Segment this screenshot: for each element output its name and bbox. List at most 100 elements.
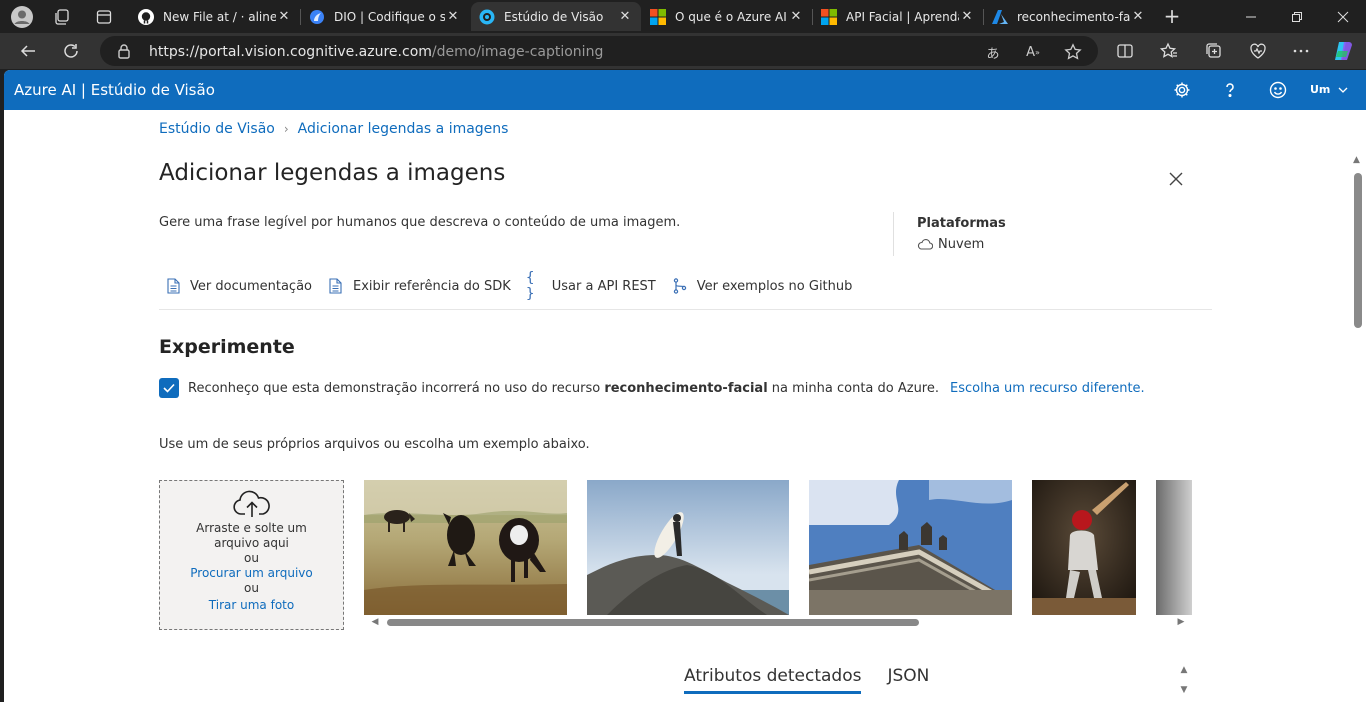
profile-avatar-icon[interactable]: [10, 5, 34, 29]
restore-button[interactable]: [1274, 0, 1320, 33]
breadcrumb-current-link[interactable]: Adicionar legendas a imagens: [298, 121, 509, 137]
consent-checkbox[interactable]: [159, 378, 179, 398]
samples-horizontal-scrollbar[interactable]: ◀ ▶: [369, 616, 1189, 628]
account-label: Um: [1310, 83, 1331, 96]
take-photo-link[interactable]: Tirar uma foto: [160, 598, 343, 613]
tab-azure-resource[interactable]: reconhecimento-fac ✕: [984, 2, 1154, 31]
favorites-icon[interactable]: [1157, 39, 1181, 63]
breadcrumb-root-link[interactable]: Estúdio de Visão: [159, 121, 275, 137]
browser-essentials-icon[interactable]: [1246, 39, 1270, 63]
platform-value: Nuvem: [917, 237, 984, 252]
tab-title: API Facial | Aprenda: [846, 9, 959, 24]
results-tabs: Atributos detectados JSON: [684, 666, 955, 694]
tab-json[interactable]: JSON: [887, 666, 929, 694]
document-icon: [327, 277, 345, 295]
copilot-icon[interactable]: [1331, 39, 1355, 63]
branch-icon: [671, 277, 689, 295]
braces-icon: { }: [525, 270, 535, 302]
drag-drop-text: Arraste e solte um arquivo aqui: [196, 521, 307, 550]
chevron-right-icon: ›: [283, 122, 289, 136]
azure-icon: [992, 9, 1008, 25]
link-documentation[interactable]: Ver documentação: [164, 277, 312, 295]
link-sdk-reference[interactable]: Exibir referência do SDK: [327, 277, 511, 295]
feedback-smiley-icon[interactable]: [1267, 79, 1289, 101]
page-description: Gere uma frase legível por humanos que d…: [159, 215, 681, 230]
app-title[interactable]: Azure AI | Estúdio de Visão: [14, 81, 215, 99]
refresh-button[interactable]: [58, 38, 84, 64]
results-scroll-arrows[interactable]: ▲ ▼: [1177, 660, 1191, 700]
tab-title: reconhecimento-fac: [1017, 9, 1130, 24]
tab-github[interactable]: New File at / · alinec ✕: [130, 2, 300, 31]
new-tab-button[interactable]: +: [1160, 5, 1184, 29]
tab-title: O que é o Azure AI: [675, 9, 787, 24]
scroll-right-icon[interactable]: ▶: [1175, 616, 1187, 628]
account-menu[interactable]: Um: [1310, 83, 1348, 96]
github-icon: [138, 8, 154, 25]
tab-detected-attributes[interactable]: Atributos detectados: [684, 666, 862, 694]
scrollbar-thumb[interactable]: [387, 619, 919, 626]
tab-close-icon[interactable]: ✕: [788, 9, 804, 24]
cloud-icon: [917, 239, 933, 250]
tab-title: DIO | Codifique o se: [334, 9, 445, 24]
scroll-left-icon[interactable]: ◀: [369, 616, 381, 628]
tab-api-facial[interactable]: API Facial | Aprenda ✕: [813, 2, 983, 31]
close-icon[interactable]: [1166, 169, 1186, 189]
sample-image-cows[interactable]: [364, 480, 567, 615]
settings-gear-icon[interactable]: [1171, 79, 1193, 101]
link-rest-api[interactable]: { } Usar a API REST: [525, 270, 656, 302]
url-text: https://portal.vision.cognitive.azure.co…: [149, 44, 604, 60]
experiment-title: Experimente: [159, 336, 295, 358]
help-icon[interactable]: [1219, 79, 1241, 101]
address-bar[interactable]: https://portal.vision.cognitive.azure.co…: [100, 36, 1098, 66]
browser-tab-strip: New File at / · alinec ✕ DIO | Codifique…: [0, 0, 1366, 33]
tab-azure-ai[interactable]: O que é o Azure AI ✕: [642, 2, 812, 31]
browse-file-link[interactable]: Procurar um arquivo: [160, 566, 343, 581]
consent-text: Reconheço que esta demonstração incorrer…: [188, 380, 939, 396]
dio-icon: [309, 9, 325, 25]
file-dropzone[interactable]: Arraste e solte um arquivo aqui ou Procu…: [159, 480, 344, 630]
vision-studio-icon: [479, 9, 495, 25]
microsoft-icon: [650, 8, 666, 25]
chevron-down-icon: [1338, 87, 1348, 93]
consent-row: Reconheço que esta demonstração incorrer…: [159, 378, 1145, 398]
minimize-button[interactable]: [1228, 0, 1274, 33]
link-github-examples[interactable]: Ver exemplos no Github: [671, 277, 852, 295]
collections-icon[interactable]: [1202, 39, 1226, 63]
page-viewport: Azure AI | Estúdio de Visão Um Estúdio d…: [4, 70, 1366, 702]
or-text: ou: [244, 581, 259, 595]
sample-image-building[interactable]: [809, 480, 1012, 615]
close-window-button[interactable]: [1320, 0, 1366, 33]
translate-icon[interactable]: あ: [983, 42, 1003, 62]
tab-close-icon[interactable]: ✕: [959, 9, 975, 24]
sample-image-partial[interactable]: [1156, 480, 1192, 615]
favorite-star-icon[interactable]: [1063, 42, 1083, 62]
checkmark-icon: [163, 383, 175, 393]
page-vertical-scrollbar[interactable]: ▲: [1350, 110, 1366, 702]
more-options-icon[interactable]: [1289, 39, 1313, 63]
sample-image-baseball[interactable]: [1032, 480, 1136, 615]
tab-close-icon[interactable]: ✕: [1130, 9, 1146, 24]
back-button[interactable]: [15, 38, 41, 64]
app-header: Azure AI | Estúdio de Visão Um: [4, 70, 1366, 110]
tab-close-icon[interactable]: ✕: [617, 9, 633, 24]
read-aloud-icon[interactable]: A»: [1023, 42, 1043, 62]
tab-close-icon[interactable]: ✕: [445, 9, 461, 24]
lock-icon[interactable]: [117, 43, 131, 63]
tab-vision-studio[interactable]: Estúdio de Visão ✕: [471, 2, 641, 31]
tab-title: Estúdio de Visão: [504, 9, 604, 24]
split-screen-icon[interactable]: [1113, 39, 1137, 63]
upload-hint: Use um de seus próprios arquivos ou esco…: [159, 437, 590, 452]
workspaces-icon[interactable]: [50, 5, 74, 29]
scroll-up-icon[interactable]: ▲: [1353, 155, 1360, 165]
tab-dio[interactable]: DIO | Codifique o se ✕: [301, 2, 469, 31]
choose-different-resource-link[interactable]: Escolha um recurso diferente.: [950, 381, 1145, 396]
tab-title: New File at / · alinec: [163, 9, 276, 24]
tab-actions-icon[interactable]: [92, 5, 116, 29]
sample-image-surfer[interactable]: [587, 480, 789, 615]
tab-close-icon[interactable]: ✕: [276, 9, 292, 24]
browser-toolbar: https://portal.vision.cognitive.azure.co…: [0, 33, 1366, 69]
or-text: ou: [244, 551, 259, 565]
scrollbar-thumb[interactable]: [1354, 173, 1362, 328]
platforms-heading: Plataformas: [917, 216, 1006, 231]
cloud-upload-icon: [232, 489, 272, 519]
